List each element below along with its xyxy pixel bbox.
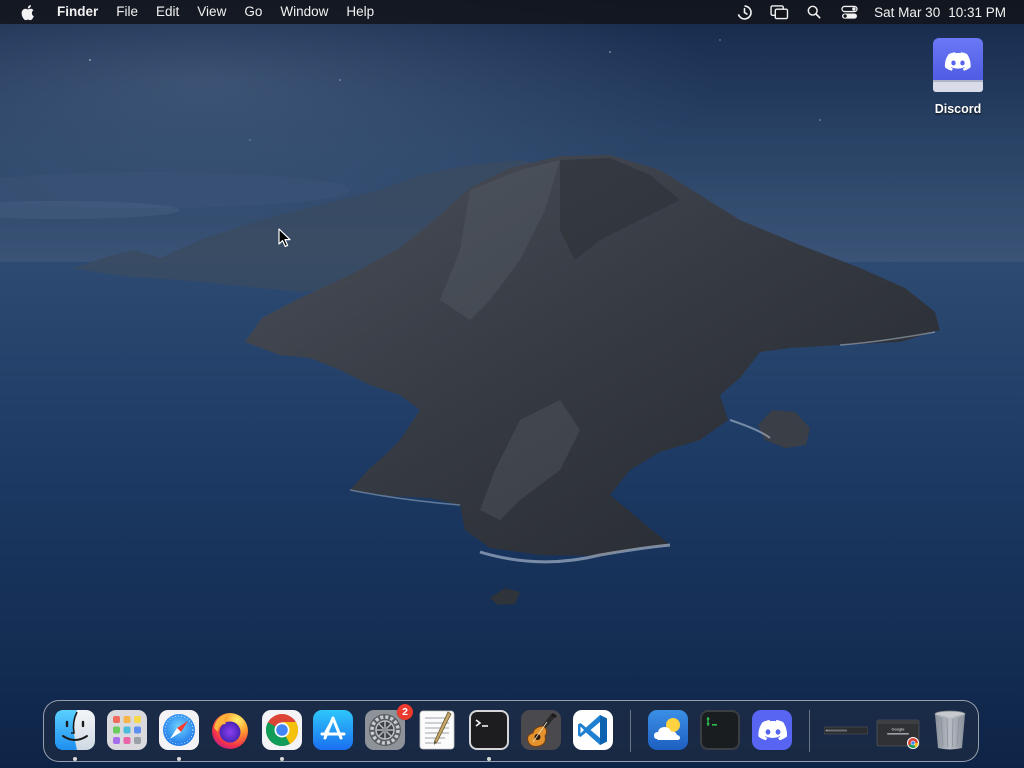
dock-app-launchpad[interactable] [105, 708, 149, 752]
dock-app-chrome[interactable] [260, 708, 304, 761]
menu-file[interactable]: File [107, 0, 147, 24]
dock-trash[interactable] [928, 708, 972, 752]
menu-view[interactable]: View [188, 0, 235, 24]
discord-disk-icon [933, 38, 983, 92]
discord-icon [752, 710, 792, 750]
firefox-icon [212, 713, 248, 749]
desktop-icon-label: Discord [934, 102, 982, 116]
menu-bar-left: Finder File Edit View Go Window Help [0, 0, 383, 24]
spotlight-search-icon[interactable] [804, 3, 824, 21]
dock-app-app-store[interactable] [311, 708, 355, 752]
running-indicator [280, 757, 284, 761]
dock-app-vscode[interactable] [571, 708, 615, 752]
running-indicator [487, 757, 491, 761]
clock-time: 10:31 PM [948, 4, 1006, 20]
mouse-cursor-icon [278, 228, 291, 247]
dock-minimized-window-1[interactable] [824, 708, 868, 752]
dock-app-weather[interactable] [646, 708, 690, 752]
launchpad-icon [107, 710, 147, 750]
clock-date: Sat Mar 30 [874, 4, 941, 20]
notification-badge: 2 [397, 704, 413, 720]
desktop-icon-discord[interactable]: Discord [922, 36, 994, 116]
dock-divider [630, 710, 631, 752]
minimized-window-icon [824, 726, 868, 735]
minimized-chrome-window-icon: Google [876, 719, 920, 749]
menu-help[interactable]: Help [337, 0, 383, 24]
minimized-window-text: Google [892, 727, 906, 732]
dock-minimized-chrome-window[interactable]: Google [876, 708, 920, 752]
garageband-icon [521, 710, 561, 750]
running-indicator [73, 757, 77, 761]
desktop-wallpaper [0, 0, 1024, 768]
menu-go[interactable]: Go [235, 0, 271, 24]
running-indicator [177, 757, 181, 761]
menu-app-finder[interactable]: Finder [48, 0, 107, 24]
menu-bar: Finder File Edit View Go Window Help Sat… [0, 0, 1024, 24]
dock-app-terminal-green[interactable] [698, 708, 742, 752]
terminal-icon [469, 710, 509, 750]
dock-divider [809, 710, 810, 752]
textedit-icon [419, 710, 455, 750]
dock-app-finder[interactable] [53, 708, 97, 761]
menu-edit[interactable]: Edit [147, 0, 188, 24]
control-center-icon[interactable] [839, 3, 859, 21]
dock: 2 Google [43, 700, 979, 762]
menu-bar-clock[interactable]: Sat Mar 30 10:31 PM [874, 5, 1006, 20]
apple-menu-icon[interactable] [19, 4, 35, 21]
terminal-green-icon [700, 710, 740, 750]
menu-bar-right: Sat Mar 30 10:31 PM [719, 0, 1024, 24]
menu-window[interactable]: Window [271, 0, 337, 24]
dock-app-discord[interactable] [750, 708, 794, 752]
dock-app-firefox[interactable] [208, 708, 252, 752]
vscode-icon [573, 710, 613, 750]
trash-icon [934, 710, 966, 750]
screen-time-icon[interactable] [734, 3, 754, 21]
dock-app-garageband[interactable] [519, 708, 563, 752]
dock-app-safari[interactable] [157, 708, 201, 761]
dock-app-terminal[interactable] [467, 708, 511, 761]
app-store-icon [313, 710, 353, 750]
weather-icon [648, 710, 688, 750]
safari-icon [159, 710, 199, 750]
dock-app-textedit[interactable] [415, 708, 459, 752]
screen-mirroring-icon[interactable] [769, 3, 789, 21]
dock-app-system-preferences[interactable]: 2 [363, 704, 413, 752]
finder-icon [55, 710, 95, 750]
chrome-icon [262, 710, 302, 750]
